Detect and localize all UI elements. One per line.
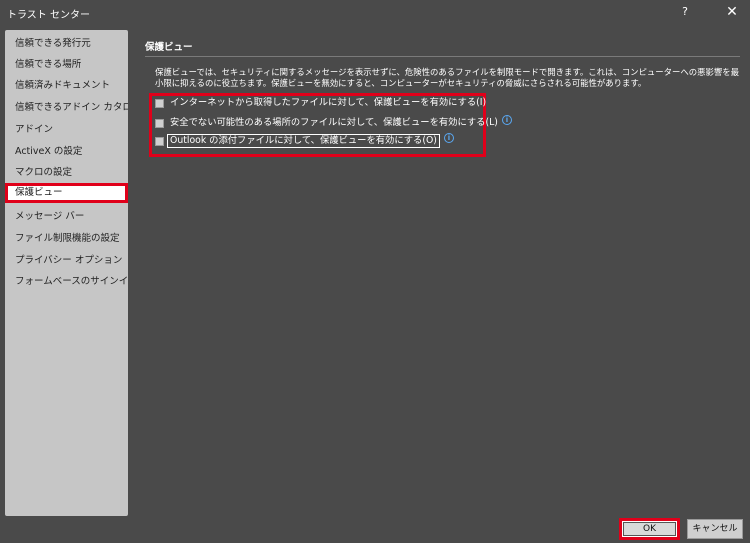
- sidebar-item-macro-settings[interactable]: マクロの設定: [5, 163, 128, 183]
- section-divider: [145, 56, 740, 57]
- checkbox-unsafe-locations[interactable]: [155, 118, 164, 128]
- sidebar-item-trusted-documents[interactable]: 信頼済みドキュメント: [5, 76, 128, 96]
- sidebar-item-addins[interactable]: アドイン: [5, 120, 128, 140]
- option-label-unsafe-locations[interactable]: 安全でない可能性のある場所のファイルに対して、保護ビューを有効にする(L): [170, 116, 498, 130]
- close-button[interactable]: ✕: [724, 3, 740, 21]
- sidebar-item-trusted-addin-catalogs[interactable]: 信頼できるアドイン カタログ: [5, 98, 128, 118]
- option-unsafe-locations[interactable]: 安全でない可能性のある場所のファイルに対して、保護ビューを有効にする(L) i: [155, 115, 512, 131]
- ok-button[interactable]: OK: [619, 518, 680, 540]
- sidebar-item-file-block-settings[interactable]: ファイル制限機能の設定: [5, 229, 128, 249]
- option-label-outlook-attachments[interactable]: Outlook の添付ファイルに対して、保護ビューを有効にする(O): [167, 134, 440, 148]
- option-label-internet-files[interactable]: インターネットから取得したファイルに対して、保護ビューを有効にする(I): [170, 96, 486, 110]
- sidebar-item-form-based-signin[interactable]: フォームベースのサインイン: [5, 272, 128, 292]
- protected-view-description: 保護ビューでは、セキュリティに関するメッセージを表示せずに、危険性のあるファイル…: [155, 67, 739, 88]
- cancel-button[interactable]: キャンセル: [687, 519, 743, 539]
- sidebar: 信頼できる発行元 信頼できる場所 信頼済みドキュメント 信頼できるアドイン カタ…: [5, 30, 128, 516]
- sidebar-item-activex-settings[interactable]: ActiveX の設定: [5, 142, 128, 162]
- sidebar-item-protected-view[interactable]: 保護ビュー: [5, 183, 128, 203]
- ok-button-label: OK: [623, 522, 676, 536]
- help-button[interactable]: ?: [678, 4, 692, 20]
- title-bar: トラスト センター ? ✕: [0, 0, 750, 26]
- sidebar-item-trusted-locations[interactable]: 信頼できる場所: [5, 55, 128, 75]
- sidebar-item-trusted-publishers[interactable]: 信頼できる発行元: [5, 34, 128, 54]
- section-title: 保護ビュー: [145, 42, 193, 53]
- sidebar-item-privacy-options[interactable]: プライバシー オプション: [5, 251, 128, 271]
- checkbox-outlook-attachments[interactable]: [155, 136, 164, 146]
- window-title: トラスト センター: [7, 10, 90, 21]
- main-panel: 保護ビュー 保護ビューでは、セキュリティに関するメッセージを表示せずに、危険性の…: [145, 30, 743, 510]
- option-internet-files[interactable]: インターネットから取得したファイルに対して、保護ビューを有効にする(I): [155, 95, 486, 111]
- sidebar-item-message-bar[interactable]: メッセージ バー: [5, 207, 128, 227]
- info-icon[interactable]: i: [501, 115, 512, 125]
- info-icon[interactable]: i: [443, 133, 454, 143]
- option-outlook-attachments[interactable]: Outlook の添付ファイルに対して、保護ビューを有効にする(O) i: [155, 133, 454, 149]
- checkbox-internet-files[interactable]: [155, 98, 164, 108]
